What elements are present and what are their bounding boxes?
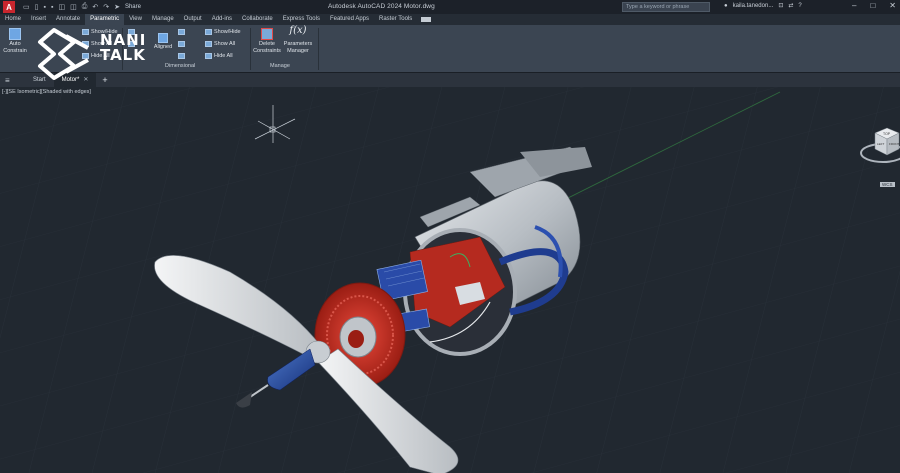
viewcube-front-label[interactable]: FRONT	[889, 142, 899, 146]
hide-all-icon	[205, 53, 212, 59]
open-web-icon[interactable]: ◫	[58, 3, 65, 11]
angular-icon	[178, 53, 185, 59]
save-as-icon[interactable]: ▪	[51, 4, 53, 11]
diameter-button[interactable]	[178, 41, 185, 47]
viewcube-left-label[interactable]: LEFT	[877, 142, 885, 146]
open-icon[interactable]: ▯	[35, 3, 39, 11]
window-controls: – □ ✕	[852, 1, 896, 10]
viewport-controls-label[interactable]: [-][SE Isometric][Shaded with edges]	[2, 89, 91, 95]
viewcube-top-label[interactable]: TOP	[883, 132, 891, 136]
save-icon[interactable]: ▪	[43, 4, 45, 11]
viewport-canvas[interactable]	[0, 87, 900, 473]
show-all-label: Show All	[214, 41, 236, 47]
help-icon[interactable]: ?	[798, 3, 801, 9]
viewcube[interactable]: TOP LEFT FRONT	[855, 123, 900, 191]
redo-icon[interactable]: ↷	[103, 3, 109, 11]
auto-constrain-label: Auto Constrain	[3, 41, 27, 54]
hamburger-menu-icon[interactable]: ≡	[5, 76, 13, 85]
aligned-icon	[158, 33, 168, 43]
tab-collaborate[interactable]: Collaborate	[237, 14, 278, 25]
parameters-manager-button[interactable]: f(x) Parameters Manager	[282, 25, 314, 54]
dimensional-panel-title[interactable]: Dimensional	[165, 63, 195, 69]
search-input[interactable]: Type a keyword or phrase	[622, 2, 710, 12]
panel-separator	[250, 28, 251, 70]
new-icon[interactable]: ▭	[23, 3, 30, 11]
drawing-viewport[interactable]: [-][SE Isometric][Shaded with edges] TOP…	[0, 87, 900, 473]
tab-home[interactable]: Home	[0, 14, 26, 25]
autocad-window: A ▭ ▯ ▪ ▪ ◫ ◫ ⎙ ↶ ↷ ➤ Share Autodesk Aut…	[0, 0, 900, 473]
auto-constrain-button[interactable]: Auto Constrain	[2, 28, 28, 54]
delete-constraints-label: Delete Constraints	[253, 41, 281, 54]
application-menu-button[interactable]: A	[3, 1, 15, 13]
quick-access-toolbar: ▭ ▯ ▪ ▪ ◫ ◫ ⎙ ↶ ↷ ➤ Share	[23, 3, 141, 11]
share-button[interactable]: Share	[125, 4, 141, 10]
tab-express-tools[interactable]: Express Tools	[278, 14, 325, 25]
close-icon[interactable]: ✕	[889, 1, 896, 10]
show-all-icon	[205, 41, 212, 47]
radius-button[interactable]	[178, 29, 185, 35]
ribbon-toggle-icon[interactable]	[421, 17, 432, 22]
panel-separator	[318, 28, 319, 70]
share-icon[interactable]: ➤	[114, 3, 120, 11]
minimize-icon[interactable]: –	[852, 1, 856, 10]
window-title: Autodesk AutoCAD 2024 Motor.dwg	[328, 3, 435, 10]
user-menu[interactable]: ● kaila.tanedon... ⊡ ⇄ ?	[724, 2, 802, 10]
logo-line-2: TALK	[100, 46, 146, 64]
tab-add-ins[interactable]: Add-ins	[207, 14, 237, 25]
save-web-icon[interactable]: ◫	[70, 3, 77, 11]
fx-icon: f(x)	[289, 25, 307, 36]
dimensional-show-all-button[interactable]: Show All	[205, 41, 235, 47]
cart-icon[interactable]: ⊡	[778, 2, 783, 9]
parameters-manager-label: Parameters Manager	[283, 41, 313, 54]
ucs-menu[interactable]: WCS	[880, 182, 895, 187]
tab-output[interactable]: Output	[179, 14, 207, 25]
exchange-icon[interactable]: ⇄	[788, 2, 793, 9]
tab-featured-apps[interactable]: Featured Apps	[325, 14, 374, 25]
manage-panel-title: Manage	[270, 63, 290, 69]
maximize-icon[interactable]: □	[870, 1, 875, 10]
radius-icon	[178, 29, 185, 35]
undo-icon[interactable]: ↶	[92, 3, 98, 11]
show-hide-label: Show/Hide	[214, 29, 241, 35]
hide-all-label: Hide All	[214, 53, 233, 59]
user-icon: ●	[724, 2, 728, 9]
diameter-icon	[178, 41, 185, 47]
user-name: kaila.tanedon...	[732, 2, 774, 9]
app-icon-label: A	[6, 2, 12, 12]
dimensional-hide-all-button[interactable]: Hide All	[205, 53, 233, 59]
auto-constrain-icon	[9, 28, 21, 40]
dimensional-show-hide-button[interactable]: Show/Hide	[205, 29, 241, 35]
title-bar: A ▭ ▯ ▪ ▪ ◫ ◫ ⎙ ↶ ↷ ➤ Share Autodesk Aut…	[0, 0, 900, 14]
plot-icon[interactable]: ⎙	[82, 3, 88, 11]
show-hide-icon	[205, 29, 212, 35]
logo-wordmark: NANI TALK	[100, 33, 146, 63]
delete-constraints-button[interactable]: Delete Constraints	[252, 28, 282, 54]
angular-button[interactable]	[178, 53, 185, 59]
delete-constraints-icon	[261, 28, 273, 40]
tab-raster-tools[interactable]: Raster Tools	[374, 14, 417, 25]
